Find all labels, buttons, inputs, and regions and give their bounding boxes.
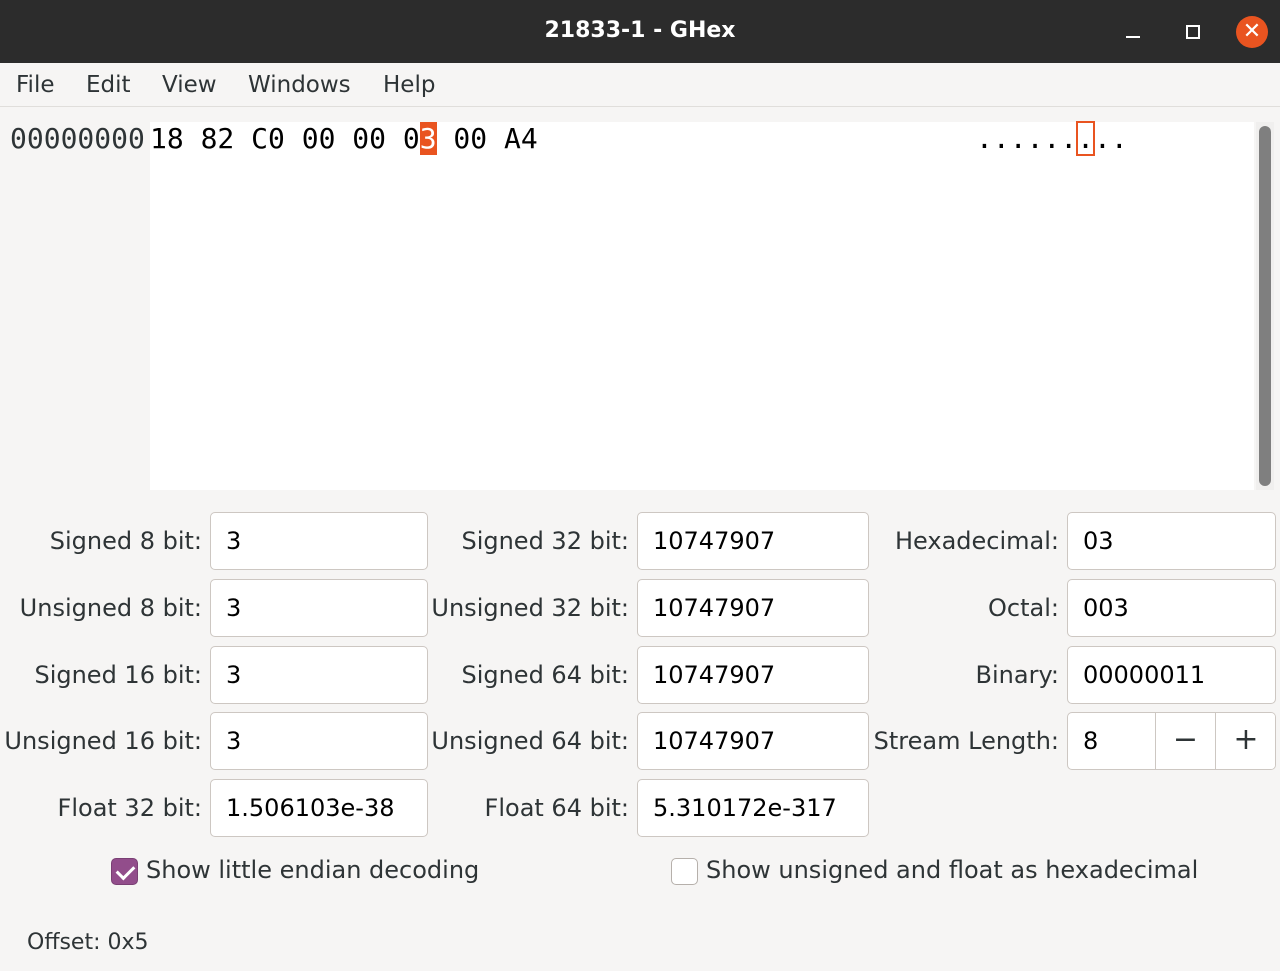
ascii-before[interactable]: ...... (976, 122, 1077, 155)
menu-edit[interactable]: Edit (86, 72, 131, 98)
float-32-field[interactable]: 1.506103e-38 (210, 779, 428, 837)
signed-8-field[interactable]: 3 (210, 512, 428, 570)
scrollbar-thumb[interactable] (1259, 126, 1271, 486)
float-32-label: Float 32 bit: (57, 794, 202, 822)
little-endian-label[interactable]: Show little endian decoding (146, 856, 479, 884)
hex-bytes-after[interactable]: 00 A4 (437, 122, 537, 155)
window-title: 21833-1 - GHex (544, 18, 736, 43)
unsigned-16-field[interactable]: 3 (210, 712, 428, 770)
hex-display-label[interactable]: Show unsigned and float as hexadecimal (706, 856, 1198, 884)
ascii-cursor[interactable]: . (1076, 121, 1096, 156)
menu-help[interactable]: Help (383, 72, 435, 98)
hexadecimal-field[interactable]: 03 (1067, 512, 1276, 570)
title-bar: 21833-1 - GHex ✕ (0, 0, 1280, 63)
unsigned-64-field[interactable]: 10747907 (637, 712, 869, 770)
hexadecimal-label: Hexadecimal: (894, 527, 1059, 555)
hex-editor: 00000000 18 82 C0 00 00 03 00 A4 .......… (0, 108, 1280, 500)
signed-64-field[interactable]: 10747907 (637, 646, 869, 704)
menu-view[interactable]: View (162, 72, 217, 98)
unsigned-32-label: Unsigned 32 bit: (431, 594, 629, 622)
hex-bytes-before[interactable]: 18 82 C0 00 00 0 (150, 122, 420, 155)
unsigned-16-label: Unsigned 16 bit: (4, 727, 202, 755)
close-icon[interactable]: ✕ (1236, 16, 1268, 48)
stream-length-spinner: 8 − + (1067, 712, 1276, 770)
status-offset: Offset: 0x5 (27, 930, 149, 955)
binary-label: Binary: (975, 661, 1059, 689)
hex-bytes[interactable]: 18 82 C0 00 00 03 00 A4 (150, 122, 538, 155)
hex-cursor[interactable]: 3 (419, 122, 437, 155)
menu-bar: File Edit View Windows Help (0, 63, 1280, 107)
hex-pane[interactable] (150, 122, 1254, 490)
signed-8-label: Signed 8 bit: (49, 527, 202, 555)
signed-64-label: Signed 64 bit: (461, 661, 629, 689)
octal-label: Octal: (988, 594, 1059, 622)
unsigned-32-field[interactable]: 10747907 (637, 579, 869, 637)
ascii-column[interactable]: ......... (976, 121, 1128, 156)
offset-column: 00000000 (10, 122, 145, 155)
unsigned-64-label: Unsigned 64 bit: (431, 727, 629, 755)
ascii-after[interactable]: .. (1094, 122, 1128, 155)
float-64-field[interactable]: 5.310172e-317 (637, 779, 869, 837)
unsigned-8-field[interactable]: 3 (210, 579, 428, 637)
minimize-icon[interactable] (1117, 16, 1149, 48)
menu-file[interactable]: File (16, 72, 55, 98)
maximize-icon[interactable] (1177, 16, 1209, 48)
signed-32-field[interactable]: 10747907 (637, 512, 869, 570)
signed-16-label: Signed 16 bit: (34, 661, 202, 689)
unsigned-8-label: Unsigned 8 bit: (19, 594, 202, 622)
menu-windows[interactable]: Windows (248, 72, 351, 98)
signed-16-field[interactable]: 3 (210, 646, 428, 704)
binary-field[interactable]: 00000011 (1067, 646, 1276, 704)
float-64-label: Float 64 bit: (484, 794, 629, 822)
octal-field[interactable]: 003 (1067, 579, 1276, 637)
signed-32-label: Signed 32 bit: (461, 527, 629, 555)
hex-display-checkbox[interactable] (671, 858, 698, 885)
stream-length-label: Stream Length: (873, 727, 1059, 755)
little-endian-checkbox[interactable] (111, 858, 138, 885)
stream-length-value[interactable]: 8 (1083, 713, 1153, 769)
stream-decrement-button[interactable]: − (1155, 713, 1215, 769)
stream-increment-button[interactable]: + (1215, 713, 1275, 769)
